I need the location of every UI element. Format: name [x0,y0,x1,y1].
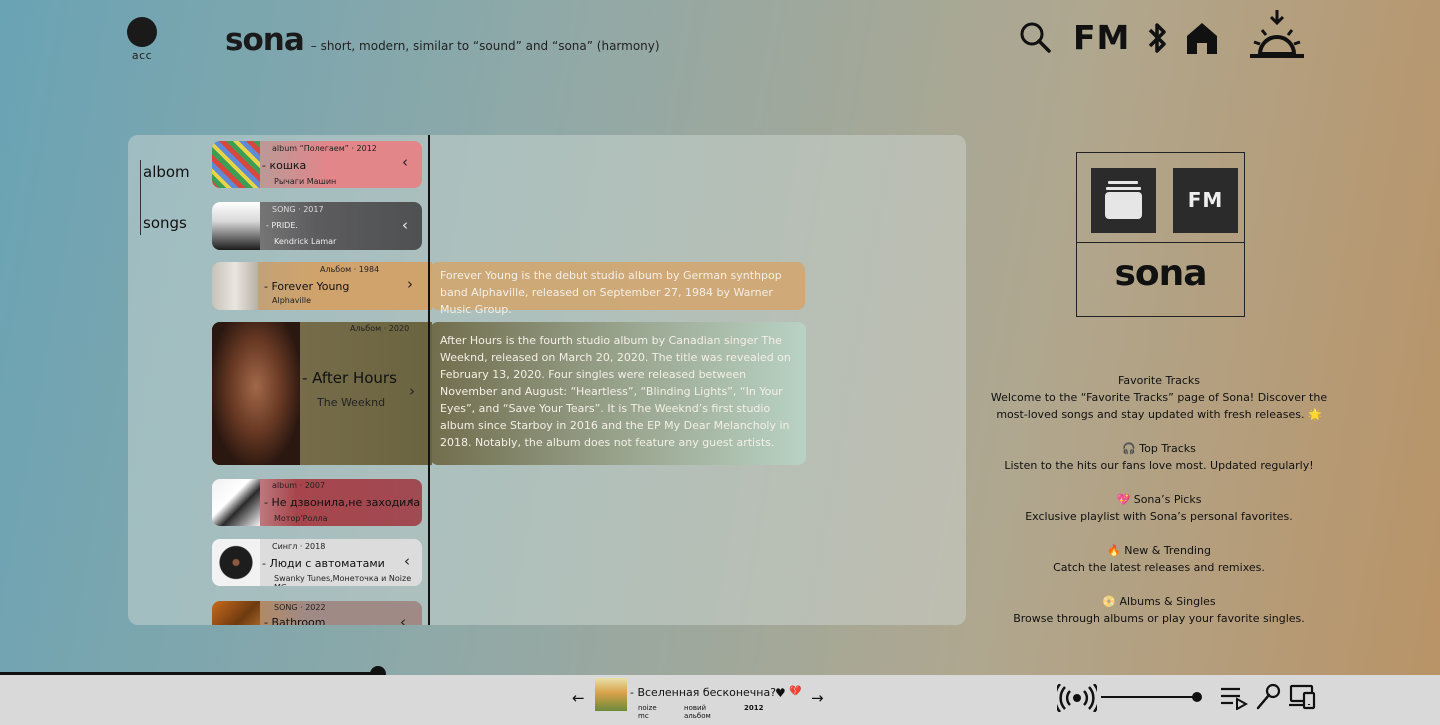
sunrise-icon[interactable] [1248,8,1306,66]
info-title: 🔥 New & Trending [1107,544,1211,557]
card-title: - Люди с автоматами [262,557,385,570]
logo-box-divider [1077,242,1244,243]
album-cover [212,322,300,465]
player-bar: ← - Вселенная бесконечна? noize mc новий… [0,675,1440,725]
info-section: 🔥 New & Trending Catch the latest release… [990,542,1328,576]
info-text: Welcome to the “Favorite Tracks” page of… [990,391,1328,421]
library-tabs: albom songs [140,160,192,235]
chevron-left-icon[interactable]: ‹ [400,613,406,625]
info-section: Favorite Tracks Welcome to the “Favorite … [990,372,1328,423]
brand-logo: sona [225,22,305,58]
fm-tile[interactable]: FM [1173,168,1238,233]
sona-big-logo: sona [1114,253,1207,294]
info-title: Favorite Tracks [1118,374,1200,387]
card-artist: Swanky Tunes,Монеточка и Noize MC [274,574,412,586]
volume-handle[interactable] [1192,692,1202,702]
queue-icon[interactable] [1220,686,1249,714]
single-card-lyudi[interactable]: Сингл · 2018 - Люди с автоматами Swanky … [212,539,422,586]
info-text: Browse through albums or play your favor… [1013,612,1305,625]
album-cover [212,601,260,625]
chevron-left-icon[interactable]: ‹ [402,153,408,171]
card-artist: Мотор'Ролла [274,514,328,523]
album-cover [212,262,258,310]
card-artist: Рычаги Машин [274,177,337,186]
sona-logo-box: FM sona [1076,152,1245,317]
album-cover [212,202,260,250]
top-nav: FM [1018,8,1318,64]
info-title: 📀 Albums & Singles [1102,595,1216,608]
chevron-left-icon[interactable]: ‹ [402,216,408,234]
now-playing-title: - Вселенная бесконечна? [630,686,777,699]
devices-icon[interactable] [1288,684,1316,714]
song-card-pride[interactable]: SONG · 2017 - PRIDE. Kendrick Lamar ‹ [212,202,422,250]
card-meta: Альбом · 2020 [350,324,410,333]
account-label: acc [131,49,153,62]
next-arrow-icon[interactable]: → [811,689,824,707]
card-artist: The Weeknd [317,396,386,409]
info-title: 🎧 Top Tracks [1122,442,1196,455]
now-playing-artist: noize mc [638,704,657,720]
prev-arrow-icon[interactable]: ← [572,689,585,707]
card-meta: SONG · 2022 [274,603,326,612]
song-card-bathroom[interactable]: SONG · 2022 - Bathroom ‹ [212,601,422,625]
chevron-left-icon[interactable]: ‹ [408,492,414,510]
brand: sona – short, modern, similar to “sound”… [225,22,660,58]
card-artist: Kendrick Lamar [274,237,337,246]
panel-divider [428,135,430,625]
album-cover [212,479,260,526]
card-meta: SONG · 2017 [272,205,324,214]
dislike-broken-heart-icon[interactable]: 💔 [789,686,801,697]
album-description-after-hours: After Hours is the fourth studio album b… [430,322,806,465]
album-cover [212,539,260,586]
home-icon[interactable] [1184,20,1220,60]
info-text: Exclusive playlist with Sona’s personal … [1025,510,1293,523]
chevron-left-icon[interactable]: ‹ [404,552,410,570]
card-meta: album “Полегаем” · 2012 [272,144,377,153]
library-tile[interactable] [1091,168,1156,233]
card-title: - Forever Young [264,280,350,293]
card-title: - Bathroom [264,616,326,625]
now-playing-cover [595,678,627,711]
card-artist: Alphaville [272,296,312,305]
chevron-right-icon[interactable]: › [409,382,415,400]
bluetooth-icon[interactable] [1146,22,1170,58]
tab-songs[interactable]: songs [141,211,192,235]
fm-tile-label: FM [1187,188,1224,212]
album-card-ne-dzvonila[interactable]: album · 2007 - Не дзвонила,не заходила М… [212,479,422,526]
now-playing-year: 2012 [744,704,764,712]
info-text: Listen to the hits our fans love most. U… [1004,459,1314,472]
album-description-forever-young: Forever Young is the debut studio album … [430,262,805,316]
card-title: - кошка [262,159,307,172]
volume-slider[interactable] [1101,696,1197,698]
card-meta: Сингл · 2018 [272,542,326,551]
favorites-info: Favorite Tracks Welcome to the “Favorite … [990,372,1328,644]
info-text: Catch the latest releases and remixes. [1053,561,1265,574]
card-meta: album · 2007 [272,481,326,490]
album-cover [212,141,260,188]
tab-albom[interactable]: albom [141,160,192,184]
broadcast-icon[interactable] [1053,683,1101,716]
card-title: - PRIDE. [266,221,298,230]
library-panel: albom songs album “Полегаем” · 2012 - ко… [128,135,966,625]
info-section: 📀 Albums & Singles Browse through albums … [990,593,1328,627]
album-card-after-hours[interactable]: Альбом · 2020 - After Hours The Weeknd › [212,322,432,465]
card-title: - Не дзвонила,не заходила [264,496,421,509]
like-heart-icon[interactable]: ♥ [775,686,786,700]
now-playing-type: новий альбом [684,704,711,720]
info-section: 🎧 Top Tracks Listen to the hits our fans … [990,440,1328,474]
fm-button[interactable]: FM [1073,18,1130,57]
brand-tagline: – short, modern, similar to “sound” and … [310,39,660,53]
card-title: - After Hours [302,369,397,387]
info-title: 💖 Sona’s Picks [1116,493,1202,506]
card-meta: Альбом · 1984 [320,265,380,274]
search-icon[interactable] [1018,20,1052,58]
account-avatar-icon [127,17,157,47]
album-card-koshka[interactable]: album “Полегаем” · 2012 - кошка Рычаги М… [212,141,422,188]
account-button[interactable]: acc [127,17,157,62]
album-card-forever-young[interactable]: Альбом · 1984 - Forever Young Alphaville… [212,262,432,310]
info-section: 💖 Sona’s Picks Exclusive playlist with So… [990,491,1328,525]
chevron-right-icon[interactable]: › [407,275,413,293]
microphone-icon[interactable] [1255,683,1281,715]
library-icon [1105,181,1142,219]
